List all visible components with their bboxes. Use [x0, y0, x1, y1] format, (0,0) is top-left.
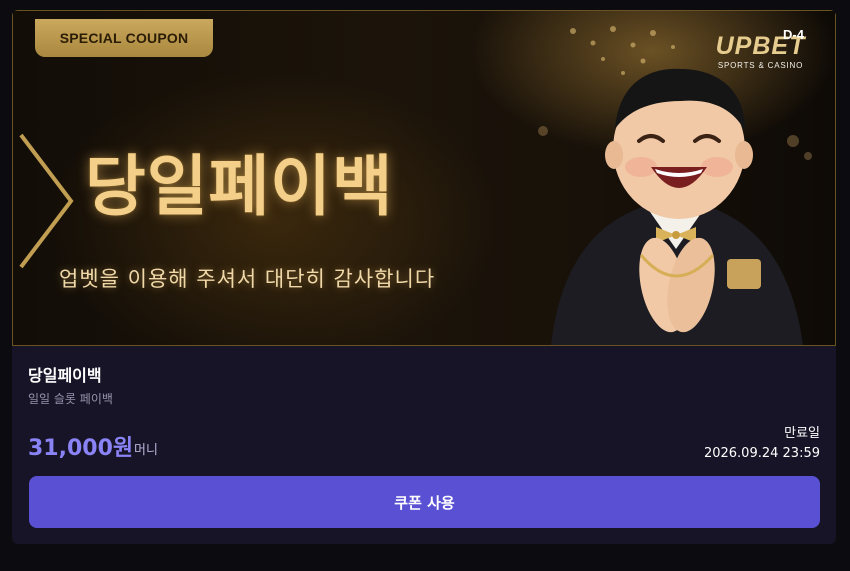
banner-headline: 당일페이백 [85, 148, 394, 225]
special-coupon-badge: SPECIAL COUPON [35, 19, 213, 57]
use-coupon-button[interactable]: 쿠폰 사용 [29, 476, 820, 528]
mascot-illustration [551, 68, 803, 345]
coupon-banner: SPECIAL COUPON UPBET SPORTS & CASINO D-4… [12, 10, 836, 346]
coupon-amount-unit: 머니 [134, 443, 158, 458]
expiry-date: 2026.09.24 23:59 [703, 446, 820, 461]
coupon-amount: 31,000원 [28, 436, 134, 461]
banner-tagline: 업벳을 이용해 주셔서 대단히 감사합니다 [59, 267, 436, 291]
chevron-right-icon [19, 133, 74, 269]
dday-badge: D-4 [783, 27, 804, 42]
coupon-title: 당일페이백 [28, 366, 102, 385]
expiry-label: 만료일 [784, 426, 820, 441]
coupon-card: SPECIAL COUPON UPBET SPORTS & CASINO D-4… [12, 10, 836, 544]
coupon-subtitle: 일일 슬롯 페이백 [28, 392, 113, 406]
